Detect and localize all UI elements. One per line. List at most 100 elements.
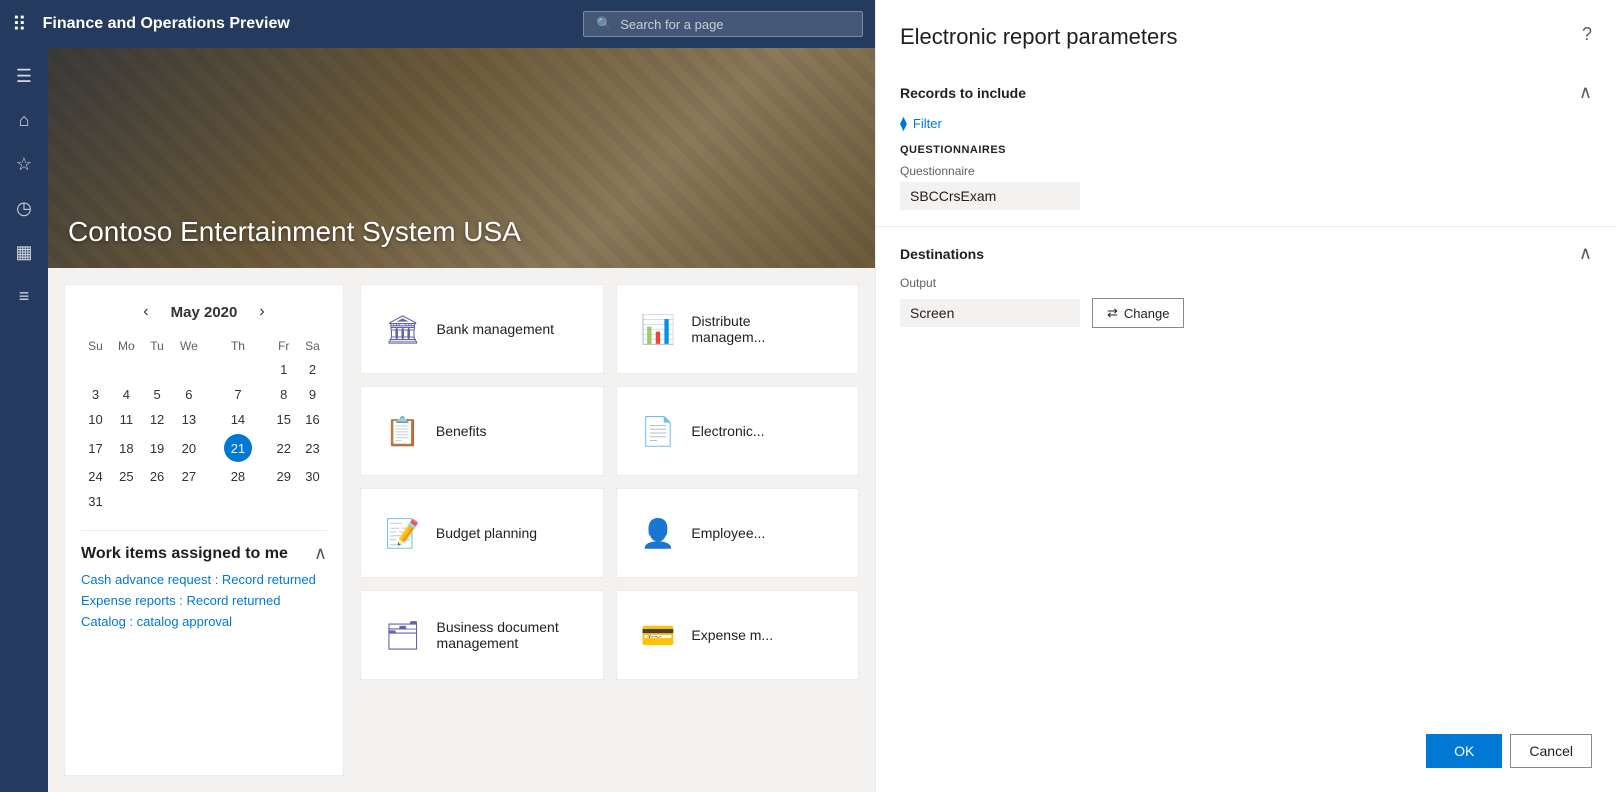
cal-dow-sa: Sa xyxy=(298,335,327,357)
bottom-content: ‹ May 2020 › Su Mo Tu We xyxy=(48,268,875,792)
calendar-day[interactable]: 26 xyxy=(143,464,172,489)
tile[interactable]: 📄 Electronic... xyxy=(616,386,860,476)
tile-icon-5: 👤 xyxy=(641,517,676,550)
workspace-icon[interactable]: ▦ xyxy=(4,232,44,272)
calendar-day[interactable]: 20 xyxy=(171,432,206,464)
cancel-button[interactable]: Cancel xyxy=(1510,734,1592,768)
calendar-day[interactable]: 19 xyxy=(143,432,172,464)
calendar-day[interactable]: 22 xyxy=(269,432,298,464)
calendar-month-year: May 2020 xyxy=(171,304,238,321)
filter-link[interactable]: ⧫ Filter xyxy=(900,115,1592,132)
tile[interactable]: 📊 Distributemanagem... xyxy=(616,284,860,374)
tile[interactable]: 🏛 Bank management xyxy=(360,284,604,374)
calendar-day[interactable]: 21 xyxy=(206,432,269,464)
calendar-day xyxy=(171,357,206,382)
calendar-panel: ‹ May 2020 › Su Mo Tu We xyxy=(64,284,344,776)
right-panel: Electronic report parameters ? Records t… xyxy=(875,0,1616,792)
calendar-day[interactable]: 24 xyxy=(81,464,110,489)
calendar-day xyxy=(110,357,143,382)
top-nav: ⠿ Finance and Operations Preview 🔍 Searc… xyxy=(0,0,875,48)
tile-icon-0: 🏛 xyxy=(385,313,421,346)
change-icon: ⇄ xyxy=(1107,305,1118,321)
work-item-link[interactable]: Catalog : catalog approval xyxy=(81,614,327,629)
calendar-day[interactable]: 14 xyxy=(206,407,269,432)
ok-button[interactable]: OK xyxy=(1426,734,1502,768)
tile[interactable]: 👤 Employee... xyxy=(616,488,860,578)
questionnaire-field-label: Questionnaire xyxy=(900,164,1592,178)
filter-label: Filter xyxy=(913,116,942,131)
tile-label-6: Business documentmanagement xyxy=(437,619,559,651)
calendar-day[interactable]: 27 xyxy=(171,464,206,489)
work-items-section: Work items assigned to me ∧ Cash advance… xyxy=(81,530,327,629)
calendar-day[interactable]: 18 xyxy=(110,432,143,464)
tile-icon-6: 🗂 xyxy=(385,619,421,652)
questionnaire-input[interactable] xyxy=(900,182,1080,210)
calendar-day[interactable]: 7 xyxy=(206,382,269,407)
calendar-day[interactable]: 28 xyxy=(206,464,269,489)
work-items-list: Cash advance request : Record returned Ex… xyxy=(81,572,327,629)
tile-label-3: Electronic... xyxy=(691,423,764,439)
calendar-day[interactable]: 25 xyxy=(110,464,143,489)
right-panel-footer: OK Cancel xyxy=(1426,734,1592,768)
calendar-day xyxy=(143,357,172,382)
home-icon[interactable]: ⌂ xyxy=(4,100,44,140)
change-label: Change xyxy=(1124,306,1170,321)
tile[interactable]: 🗂 Business documentmanagement xyxy=(360,590,604,680)
destinations-section: Destinations ∧ Output ⇄ Change xyxy=(876,227,1616,344)
calendar-day[interactable]: 10 xyxy=(81,407,110,432)
calendar-day xyxy=(171,489,206,514)
calendar-day[interactable]: 5 xyxy=(143,382,172,407)
calendar-day[interactable]: 15 xyxy=(269,407,298,432)
tile-label-2: Benefits xyxy=(436,423,487,439)
calendar-day[interactable]: 4 xyxy=(110,382,143,407)
work-items-collapse-button[interactable]: ∧ xyxy=(314,543,327,564)
calendar-day[interactable]: 17 xyxy=(81,432,110,464)
tile-icon-3: 📄 xyxy=(641,415,676,448)
calendar-day[interactable]: 6 xyxy=(171,382,206,407)
tile[interactable]: 📋 Benefits xyxy=(360,386,604,476)
recent-icon[interactable]: ◷ xyxy=(4,188,44,228)
right-panel-header: Electronic report parameters ? xyxy=(876,0,1616,50)
tile-label-4: Budget planning xyxy=(436,525,537,541)
help-icon[interactable]: ? xyxy=(1582,24,1592,45)
tile[interactable]: 📝 Budget planning xyxy=(360,488,604,578)
tile-label-1: Distributemanagem... xyxy=(691,313,765,345)
calendar-day[interactable]: 16 xyxy=(298,407,327,432)
calendar-day[interactable]: 12 xyxy=(143,407,172,432)
calendar-day[interactable]: 31 xyxy=(81,489,110,514)
calendar-day[interactable]: 1 xyxy=(269,357,298,382)
hero-banner: Contoso Entertainment System USA xyxy=(48,48,875,268)
calendar-day xyxy=(81,357,110,382)
calendar-day[interactable]: 9 xyxy=(298,382,327,407)
work-item-link[interactable]: Expense reports : Record returned xyxy=(81,593,327,608)
calendar-day[interactable]: 29 xyxy=(269,464,298,489)
tile-label-7: Expense m... xyxy=(691,627,773,643)
right-panel-title: Electronic report parameters xyxy=(900,24,1178,50)
output-input[interactable] xyxy=(900,299,1080,327)
output-label: Output xyxy=(900,276,1592,290)
work-item-link[interactable]: Cash advance request : Record returned xyxy=(81,572,327,587)
output-row: ⇄ Change xyxy=(900,298,1592,328)
calendar-day[interactable]: 11 xyxy=(110,407,143,432)
work-items-header: Work items assigned to me ∧ xyxy=(81,543,327,564)
tile-icon-4: 📝 xyxy=(385,517,420,550)
calendar-day[interactable]: 13 xyxy=(171,407,206,432)
waffle-icon[interactable]: ⠿ xyxy=(12,12,27,37)
cal-dow-mo: Mo xyxy=(110,335,143,357)
calendar-day[interactable]: 23 xyxy=(298,432,327,464)
cal-dow-su: Su xyxy=(81,335,110,357)
calendar-next-button[interactable]: › xyxy=(253,301,270,323)
hamburger-menu-icon[interactable]: ☰ xyxy=(4,56,44,96)
records-section-collapse-button[interactable]: ∧ xyxy=(1579,82,1592,103)
calendar-day[interactable]: 3 xyxy=(81,382,110,407)
calendar-day[interactable]: 2 xyxy=(298,357,327,382)
destinations-collapse-button[interactable]: ∧ xyxy=(1579,243,1592,264)
list-icon[interactable]: ≡ xyxy=(4,276,44,316)
tile[interactable]: 💳 Expense m... xyxy=(616,590,860,680)
calendar-prev-button[interactable]: ‹ xyxy=(137,301,154,323)
calendar-day[interactable]: 8 xyxy=(269,382,298,407)
calendar-day[interactable]: 30 xyxy=(298,464,327,489)
search-bar[interactable]: 🔍 Search for a page xyxy=(583,11,863,37)
change-button[interactable]: ⇄ Change xyxy=(1092,298,1184,328)
favorites-icon[interactable]: ☆ xyxy=(4,144,44,184)
